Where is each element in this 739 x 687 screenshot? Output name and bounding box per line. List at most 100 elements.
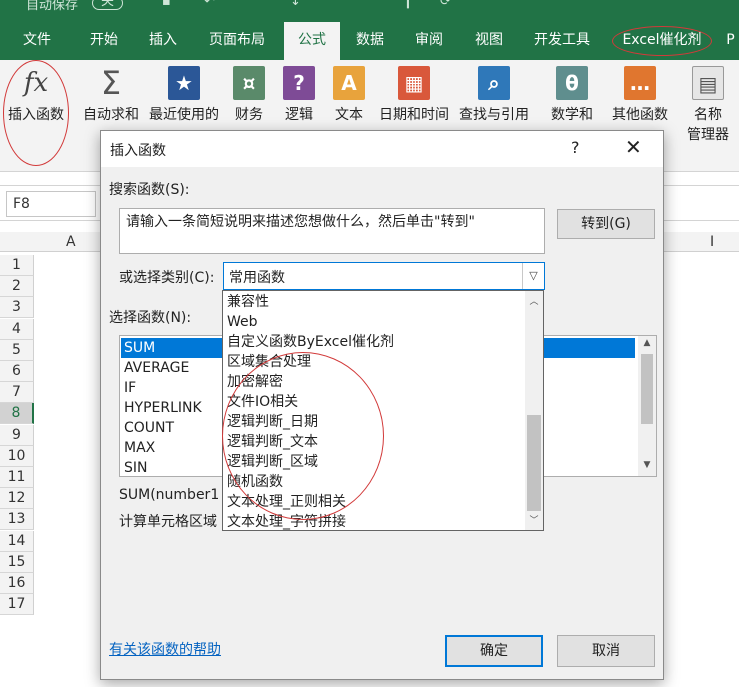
more-book-icon: … bbox=[624, 66, 656, 100]
function-item[interactable]: SIN bbox=[124, 458, 148, 476]
row-header-9[interactable]: 9 bbox=[0, 424, 34, 446]
scroll-up-icon[interactable]: ︿ bbox=[525, 294, 543, 307]
ribbon-tabs: 文件 开始 插入 页面布局 公式 数据 审阅 视图 开发工具 Excel催化剂 … bbox=[0, 22, 739, 60]
coins-book-icon: ¤ bbox=[233, 66, 265, 100]
function-description: 计算单元格区域 bbox=[119, 514, 217, 530]
category-option[interactable]: 区域集合处理 bbox=[227, 352, 311, 372]
function-list-scrollbar[interactable]: ▲ ▼ bbox=[638, 336, 656, 476]
function-list-scroll-thumb[interactable] bbox=[641, 354, 653, 424]
tab-developer[interactable]: 开发工具 bbox=[524, 22, 600, 60]
function-help-link[interactable]: 有关该函数的帮助 bbox=[109, 639, 221, 659]
pin-icon[interactable]: ┃ bbox=[404, 0, 412, 9]
tab-excel-catalyst[interactable]: Excel催化剂 bbox=[612, 26, 712, 56]
row-header-6[interactable]: 6 bbox=[0, 361, 34, 382]
row-header-12[interactable]: 12 bbox=[0, 488, 34, 510]
cancel-button[interactable]: 取消 bbox=[557, 635, 655, 667]
row-header-17[interactable]: 17 bbox=[0, 594, 34, 616]
tab-data[interactable]: 数据 bbox=[344, 22, 396, 60]
title-bar: 自动保存 关 ▪ ↶ ↓ ┃ ⟳ bbox=[0, 0, 739, 22]
category-value: 常用函数 bbox=[229, 270, 285, 286]
tab-page-layout[interactable]: 页面布局 bbox=[196, 22, 278, 60]
more-functions-button[interactable]: … 其他函数 bbox=[608, 66, 672, 124]
category-dropdown-list[interactable]: 兼容性 Web 自定义函数ByExcel催化剂 区域集合处理 加密解密 文件IO… bbox=[222, 290, 544, 531]
text-button[interactable]: A 文本 bbox=[332, 66, 366, 124]
undo-icon[interactable]: ↶ bbox=[204, 0, 215, 9]
column-i-header[interactable]: I bbox=[710, 232, 714, 252]
search-function-input[interactable]: 请输入一条简短说明来描述您想做什么，然后单击"转到" bbox=[119, 208, 545, 254]
category-label: 或选择类别(C): bbox=[119, 270, 215, 286]
tab-home[interactable]: 开始 bbox=[74, 22, 134, 60]
category-option[interactable]: 兼容性 bbox=[227, 292, 269, 312]
row-header-2[interactable]: 2 bbox=[0, 276, 34, 298]
name-box[interactable]: F8 bbox=[6, 191, 96, 217]
row-header-1[interactable]: 1 bbox=[0, 255, 34, 276]
row-header-4[interactable]: 4 bbox=[0, 318, 34, 340]
tab-more[interactable]: P bbox=[722, 22, 739, 60]
function-item[interactable]: COUNT bbox=[124, 418, 174, 438]
category-dropdown-scroll-thumb[interactable] bbox=[527, 415, 541, 511]
row-header-16[interactable]: 16 bbox=[0, 573, 34, 594]
name-manager-button[interactable]: ▤ 名称 管理器 bbox=[684, 66, 732, 144]
row-header-15[interactable]: 15 bbox=[0, 551, 34, 573]
category-option[interactable]: 逻辑判断_日期 bbox=[227, 412, 318, 432]
category-option[interactable]: 文本处理_字符拼接 bbox=[227, 512, 346, 530]
logical-button[interactable]: ? 逻辑 bbox=[282, 66, 316, 124]
tab-file[interactable]: 文件 bbox=[8, 22, 66, 60]
row-header-10[interactable]: 10 bbox=[0, 445, 34, 467]
dialog-title: 插入函数 bbox=[110, 143, 166, 159]
autosave-toggle[interactable]: 关 bbox=[92, 0, 124, 10]
star-book-icon: ★ bbox=[168, 66, 200, 100]
scroll-down-icon[interactable]: ﹀ bbox=[525, 513, 543, 526]
row-header-5[interactable]: 5 bbox=[0, 339, 34, 361]
category-option[interactable]: 加密解密 bbox=[227, 372, 283, 392]
scroll-up-icon[interactable]: ▲ bbox=[638, 338, 656, 348]
function-item[interactable]: MAX bbox=[124, 438, 155, 458]
ok-button[interactable]: 确定 bbox=[445, 635, 543, 667]
function-icon: fx bbox=[23, 68, 49, 98]
select-function-label: 选择函数(N): bbox=[109, 310, 192, 326]
financial-button[interactable]: ¤ 财务 bbox=[230, 66, 268, 124]
refresh-icon[interactable]: ⟳ bbox=[440, 0, 451, 9]
function-item[interactable]: IF bbox=[124, 378, 136, 398]
math-trig-button[interactable]: θ 数学和 bbox=[546, 66, 598, 124]
row-header-8[interactable]: 8 bbox=[0, 403, 34, 425]
theta-book-icon: θ bbox=[556, 66, 588, 100]
category-option[interactable]: 自定义函数ByExcel催化剂 bbox=[227, 332, 394, 352]
search-book-icon: ⌕ bbox=[478, 66, 510, 100]
category-select[interactable]: 常用函数 ▽ bbox=[223, 262, 545, 290]
recently-used-button[interactable]: ★ 最近使用的 bbox=[146, 66, 222, 124]
category-option[interactable]: 逻辑判断_区域 bbox=[227, 452, 318, 472]
sort-icon[interactable]: ↓ bbox=[290, 0, 301, 9]
column-a-header[interactable]: A bbox=[66, 232, 76, 252]
go-button[interactable]: 转到(G) bbox=[557, 209, 655, 239]
tab-view[interactable]: 视图 bbox=[462, 22, 516, 60]
category-option[interactable]: 逻辑判断_文本 bbox=[227, 432, 318, 452]
autosum-button[interactable]: Σ 自动求和 bbox=[80, 66, 142, 124]
function-item[interactable]: HYPERLINK bbox=[124, 398, 202, 418]
row-header-11[interactable]: 11 bbox=[0, 467, 34, 488]
category-option[interactable]: Web bbox=[227, 312, 258, 332]
help-icon[interactable]: ? bbox=[571, 138, 580, 157]
insert-function-button[interactable]: fx 插入函数 bbox=[4, 66, 68, 124]
category-option[interactable]: 随机函数 bbox=[227, 472, 283, 492]
category-option[interactable]: 文本处理_正则相关 bbox=[227, 492, 346, 512]
save-icon[interactable]: ▪ bbox=[162, 0, 171, 9]
close-icon[interactable]: ✕ bbox=[625, 135, 642, 159]
category-option[interactable]: 文件IO相关 bbox=[227, 392, 298, 412]
lookup-reference-button[interactable]: ⌕ 查找与引用 bbox=[456, 66, 532, 124]
tab-insert[interactable]: 插入 bbox=[134, 22, 192, 60]
function-syntax: SUM(number1 bbox=[119, 487, 220, 503]
calendar-book-icon: ▦ bbox=[398, 66, 430, 100]
tab-review[interactable]: 审阅 bbox=[402, 22, 456, 60]
category-dropdown-scrollbar[interactable]: ︿ ﹀ bbox=[525, 291, 543, 530]
row-header-14[interactable]: 14 bbox=[0, 530, 34, 552]
date-time-button[interactable]: ▦ 日期和时间 bbox=[376, 66, 452, 124]
function-item[interactable]: AVERAGE bbox=[124, 358, 189, 378]
tab-formulas[interactable]: 公式 bbox=[284, 22, 340, 60]
scroll-down-icon[interactable]: ▼ bbox=[638, 460, 656, 470]
row-header-3[interactable]: 3 bbox=[0, 297, 34, 319]
sigma-icon: Σ bbox=[100, 64, 122, 102]
chevron-down-icon[interactable]: ▽ bbox=[522, 263, 544, 289]
row-header-7[interactable]: 7 bbox=[0, 382, 34, 404]
row-header-13[interactable]: 13 bbox=[0, 509, 34, 531]
